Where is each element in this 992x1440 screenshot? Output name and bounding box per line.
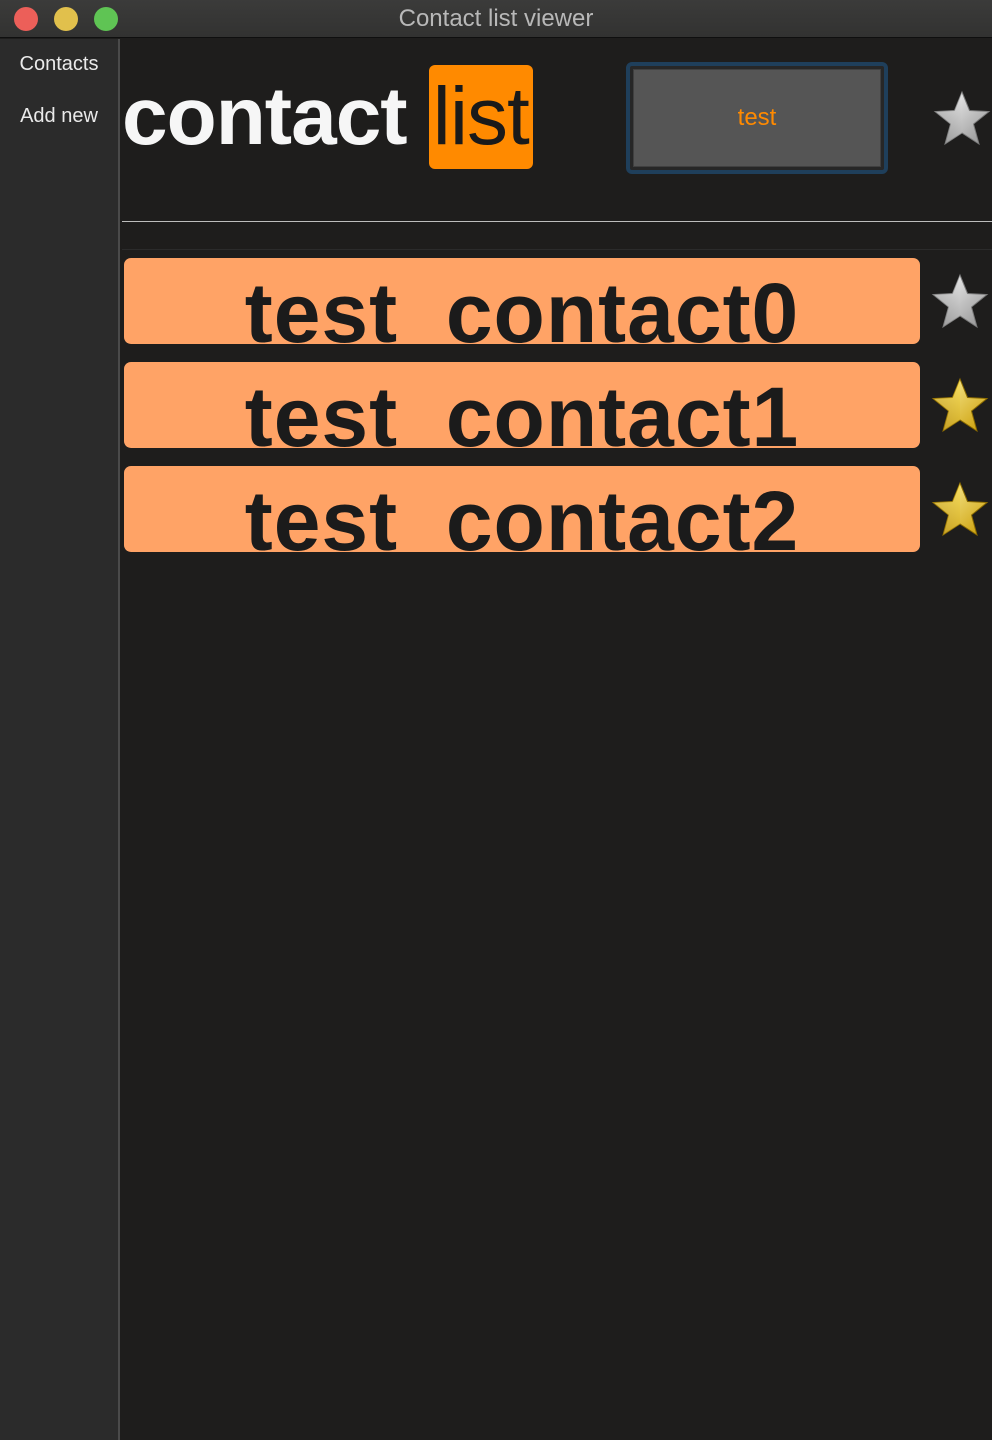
window-title: Contact list viewer — [398, 5, 594, 32]
contact-name: test_contact0 — [244, 266, 800, 344]
gold-star-icon[interactable] — [930, 480, 990, 540]
page-title: contact list — [122, 61, 533, 173]
contact-name: test_contact2 — [244, 474, 800, 552]
title-bar[interactable]: Contact list viewer — [0, 0, 992, 38]
sidebar: Contacts Add new — [0, 39, 120, 1440]
silver-star-icon[interactable] — [932, 89, 992, 149]
main-content: contact list test test_contact0 test_con… — [122, 39, 992, 1440]
sidebar-item-add-new[interactable]: Add new — [0, 105, 118, 128]
silver-star-icon[interactable] — [930, 272, 990, 332]
header-divider — [122, 221, 992, 222]
page-title-word: contact — [122, 71, 408, 162]
contact-name: test_contact1 — [244, 370, 800, 448]
contact-row[interactable]: test_contact2 — [124, 466, 920, 552]
contact-row[interactable]: test_contact0 — [124, 258, 920, 344]
app-window: Contact list viewer Contacts Add new con… — [0, 0, 992, 1440]
gold-star-icon[interactable] — [930, 376, 990, 436]
list-divider — [122, 249, 992, 250]
sidebar-item-contacts[interactable]: Contacts — [0, 53, 118, 76]
contact-row[interactable]: test_contact1 — [124, 362, 920, 448]
test-button-label: test — [633, 69, 881, 167]
test-button[interactable]: test — [626, 62, 888, 174]
page-title-highlight: list — [428, 65, 533, 169]
